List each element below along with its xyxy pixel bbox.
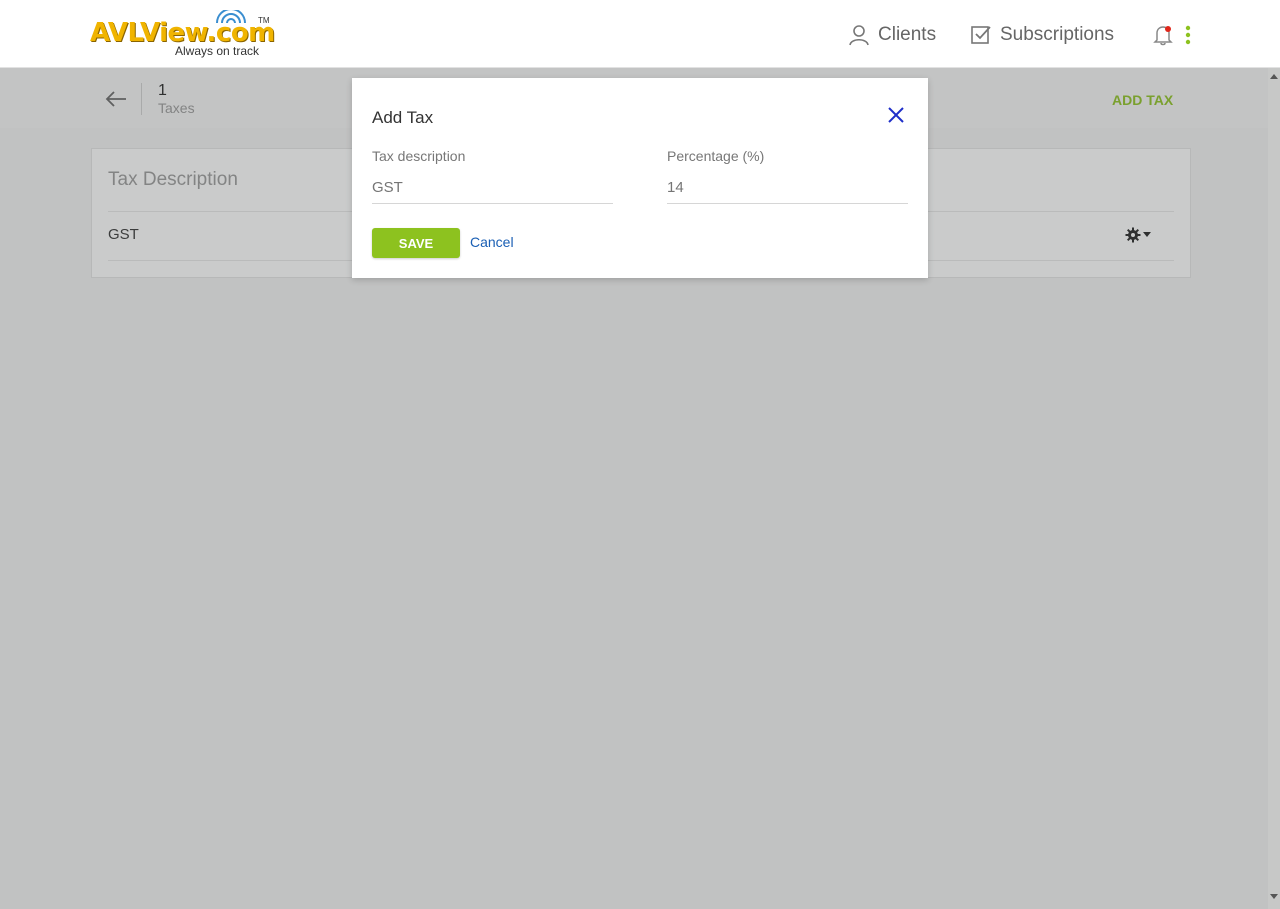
checkbox-icon (971, 26, 991, 44)
tax-description-input[interactable] (372, 172, 613, 204)
nav-subscriptions[interactable]: Subscriptions (970, 22, 1114, 48)
wifi-waves-icon (216, 10, 246, 24)
scroll-up-icon[interactable] (1269, 72, 1279, 80)
bell-icon[interactable] (1153, 24, 1173, 46)
scrollbar[interactable] (1268, 68, 1280, 909)
scroll-down-icon[interactable] (1269, 893, 1279, 901)
cancel-button[interactable]: Cancel (470, 234, 514, 250)
tax-description-label: Tax description (372, 148, 466, 164)
logo-tagline: Always on track (175, 44, 260, 58)
logo-trademark: TM (258, 16, 270, 25)
nav-subscriptions-label: Subscriptions (1000, 24, 1115, 45)
dialog-title: Add Tax (372, 108, 434, 127)
percentage-label: Percentage (%) (667, 148, 765, 164)
percentage-input[interactable] (667, 172, 908, 204)
close-icon[interactable] (886, 105, 906, 125)
logo[interactable]: AVLView.com TM Always on track (90, 8, 275, 60)
kebab-menu-icon[interactable] (1184, 25, 1192, 45)
user-icon (849, 25, 869, 46)
top-bar: AVLView.com TM Always on track Clients S… (0, 0, 1280, 68)
nav-clients-label: Clients (878, 24, 937, 45)
nav-clients[interactable]: Clients (848, 22, 936, 48)
save-button[interactable]: SAVE (372, 228, 460, 258)
